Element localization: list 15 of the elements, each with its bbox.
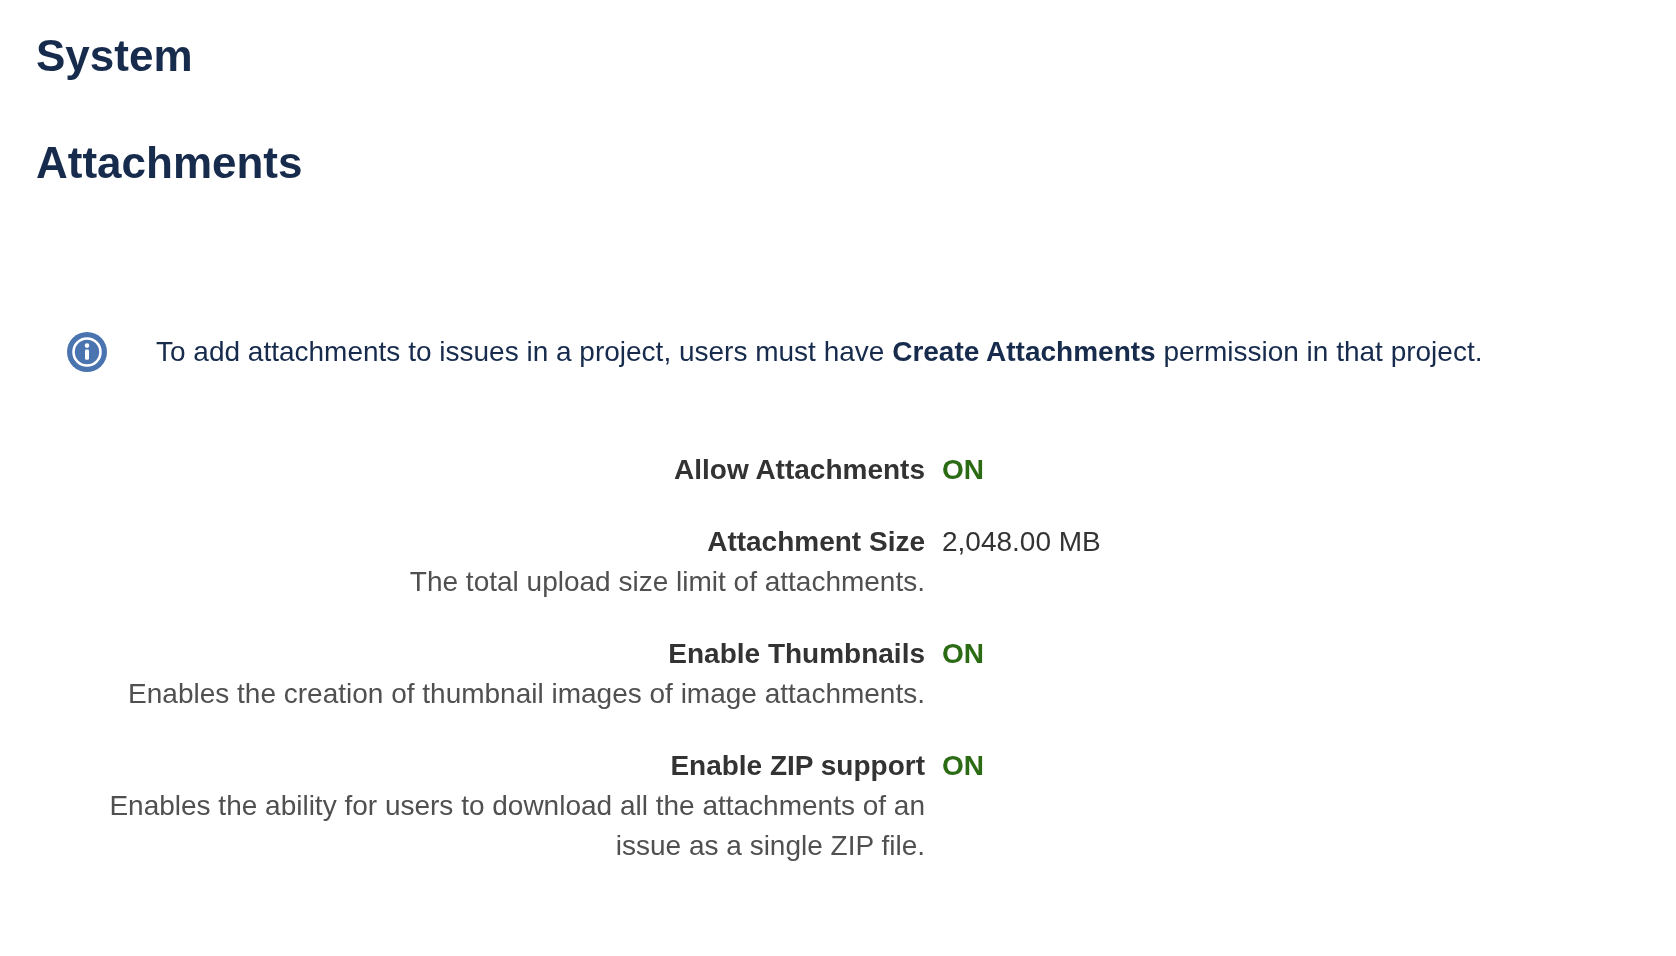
setting-value: 2,048.00 MB [942,524,1101,559]
setting-label: Allow Attachments [674,452,925,487]
setting-label: Enable Thumbnails [668,636,925,671]
setting-label: Enable ZIP support [670,748,925,783]
setting-description: Enables the ability for users to download all the attachments of an issue as a single ZIP file. [108,788,925,863]
status-text: ON [942,748,984,783]
setting-description: Enables the creation of thumbnail images of image attachments. [127,676,925,711]
setting-label: Attachment Size [707,524,925,559]
page-title: System [36,30,194,82]
status-text: ON [942,452,984,487]
status-text: ON [942,636,984,671]
info-message: To add attachments to issues in a project, users must have Create Attachments permission in that project. [156,334,1483,369]
info-icon [67,331,107,372]
setting-description: The total upload size limit of attachments. [408,564,925,599]
section-title: Attachments [36,136,304,189]
